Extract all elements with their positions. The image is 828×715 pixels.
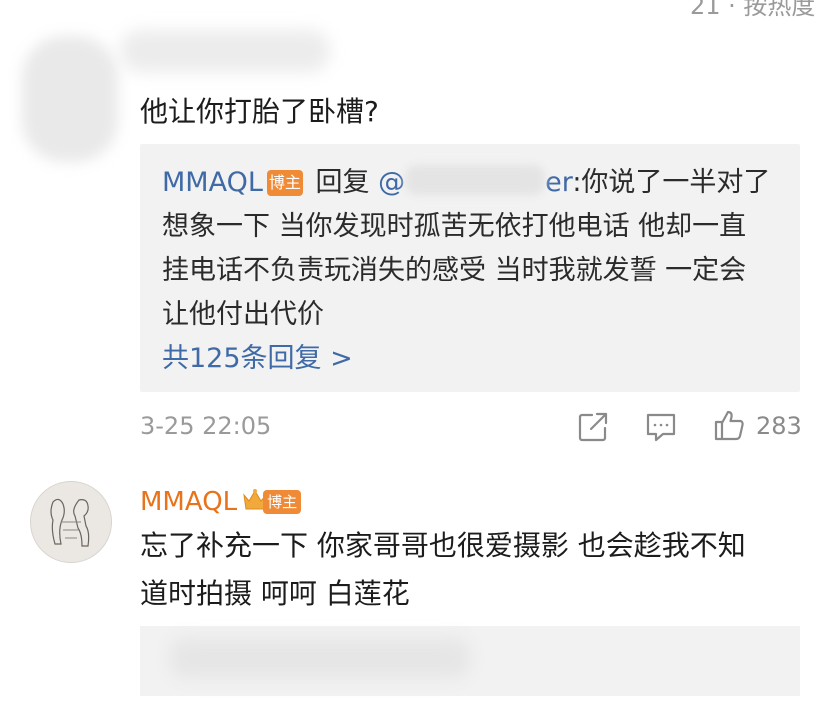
- reply-line-1-text: :你说了一半对了: [572, 167, 771, 198]
- blurred-mention: [405, 165, 546, 195]
- author-name[interactable]: MMAQL: [140, 487, 237, 517]
- blogger-badge: 博主: [266, 170, 303, 196]
- blurred-username[interactable]: [120, 30, 330, 72]
- mention-prefix: @: [378, 167, 406, 198]
- comment-icon[interactable]: [644, 410, 678, 444]
- share-icon[interactable]: [576, 410, 610, 444]
- more-replies-link[interactable]: 共125条回复 >: [162, 336, 353, 375]
- comment-text-line-1: 忘了补充一下 你家哥哥也很爱摄影 也会趁我不知: [140, 529, 746, 562]
- comment-text-line-2: 道时拍摄 呵呵 白莲花: [140, 577, 410, 610]
- like-count: 283: [756, 412, 802, 440]
- comment-author[interactable]: MMAQL 博主: [140, 486, 307, 517]
- comment-text: 他让你打胎了卧槽?: [140, 95, 379, 128]
- mention-suffix: er: [545, 167, 573, 198]
- reply-line-3: 挂电话不负责玩消失的感受 当时我就发誓 一定会: [162, 255, 747, 286]
- blurred-reply-content: [170, 638, 470, 678]
- comment-timestamp: 3-25 22:05: [140, 412, 272, 440]
- mention-link[interactable]: @ er: [378, 165, 573, 198]
- reply-line-4: 让他付出代价: [162, 299, 324, 330]
- blogger-crown-badge: 博主: [241, 486, 307, 516]
- reply-line-1: MMAQL 博主 回复 @ er:你说了一半对了: [162, 160, 770, 199]
- like-icon[interactable]: [712, 408, 746, 442]
- blurred-avatar[interactable]: [22, 36, 118, 162]
- sort-by-hot-label[interactable]: 21 · 按热度: [690, 0, 815, 21]
- reply-line-2: 想象一下 当你发现时孤苦无依打他电话 他却一直: [162, 211, 747, 242]
- avatar[interactable]: [30, 481, 112, 563]
- blogger-badge: 博主: [263, 490, 302, 514]
- reply-author-link[interactable]: MMAQL: [162, 167, 263, 198]
- reply-word: 回复: [315, 167, 370, 198]
